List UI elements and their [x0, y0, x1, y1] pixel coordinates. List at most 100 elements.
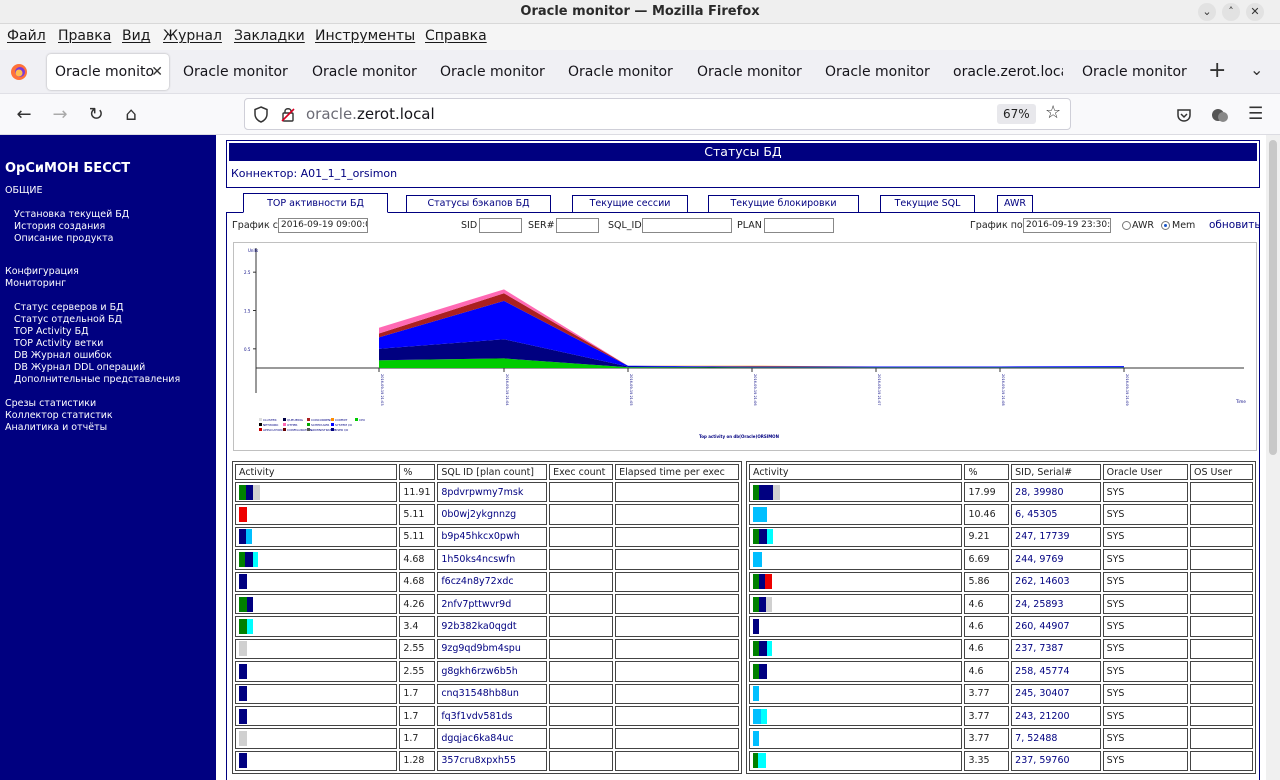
table-row[interactable]: 4.26 2nfv7pttwvr9d: [235, 593, 739, 615]
sql-id-cell[interactable]: 9zg9qd9bm4spu: [437, 638, 548, 660]
sid-serial-cell[interactable]: 24, 25893: [1011, 593, 1101, 615]
tab-awr[interactable]: AWR: [997, 195, 1033, 212]
tab-8[interactable]: oracle.zerot.loca: [953, 54, 1063, 90]
shield-icon[interactable]: [253, 106, 269, 123]
sql-id-cell[interactable]: 2nfv7pttwvr9d: [437, 593, 548, 615]
insecure-lock-icon[interactable]: [280, 106, 296, 123]
extension-icon[interactable]: [1211, 106, 1229, 124]
tab-1[interactable]: Oracle monito ✕: [47, 54, 169, 90]
sql-id-cell[interactable]: 357cru8xpxh55: [437, 750, 548, 772]
table-row[interactable]: 5.11 0b0wj2ykgnnzg: [235, 504, 739, 525]
table-row[interactable]: 3.77 243, 21200 SYS: [749, 705, 1253, 727]
sidebar-item-error-log[interactable]: DB Журнал ошибок: [14, 350, 112, 361]
refresh-link[interactable]: обновить: [1209, 219, 1261, 231]
sidebar-item-top-activity-branch[interactable]: TOP Activity ветки: [14, 338, 103, 349]
url-bar[interactable]: oracle.zerot.local 67% ☆: [244, 98, 1071, 130]
table-row[interactable]: 3.77 245, 30407 SYS: [749, 683, 1253, 704]
sid-serial-cell[interactable]: 6, 45305: [1011, 504, 1101, 525]
tab-top-activity[interactable]: TOP активности БД: [243, 193, 388, 213]
sql-id-cell[interactable]: f6cz4n8y72xdc: [437, 571, 548, 592]
table-row[interactable]: 1.7 dgqjac6ka84uc: [235, 728, 739, 749]
sql-id-cell[interactable]: b9p45hkcx0pwh: [437, 526, 548, 548]
sql-id-cell[interactable]: 8pdvrpwmy7msk: [437, 482, 548, 503]
sid-serial-cell[interactable]: 237, 7387: [1011, 638, 1101, 660]
serial-input[interactable]: [556, 218, 599, 233]
sid-serial-cell[interactable]: 7, 52488: [1011, 728, 1101, 749]
tab-current-sql[interactable]: Текущие SQL: [880, 195, 975, 212]
menu-history[interactable]: Журнал: [163, 28, 222, 44]
sql-id-cell[interactable]: 0b0wj2ykgnnzg: [437, 504, 548, 525]
table-row[interactable]: 4.6 258, 45774 SYS: [749, 661, 1253, 682]
table-row[interactable]: 1.7 fq3f1vdv581ds: [235, 705, 739, 727]
sidebar-item-analytics[interactable]: Аналитика и отчёты: [5, 422, 107, 433]
sidebar-item-monitoring[interactable]: Мониторинг: [5, 278, 66, 289]
table-row[interactable]: 3.4 92b382ka0qgdt: [235, 616, 739, 637]
sql-id-cell[interactable]: dgqjac6ka84uc: [437, 728, 548, 749]
home-icon[interactable]: ⌂: [118, 102, 144, 128]
tab-5[interactable]: Oracle monitor: [568, 54, 683, 90]
table-row[interactable]: 17.99 28, 39980 SYS: [749, 482, 1253, 503]
sidebar-item-db-status[interactable]: Статус отдельной БД: [14, 314, 122, 325]
forward-icon[interactable]: →: [47, 102, 73, 128]
table-row[interactable]: 2.55 g8gkh6rzw6b5h: [235, 661, 739, 682]
tab-6[interactable]: Oracle monitor: [697, 54, 812, 90]
list-tabs-icon[interactable]: ⌄: [1250, 60, 1263, 79]
firefox-icon[interactable]: [10, 63, 28, 81]
sidebar-item-extra-views[interactable]: Дополнительные представления: [14, 374, 180, 385]
sid-serial-cell[interactable]: 28, 39980: [1011, 482, 1101, 503]
sidebar-item-description[interactable]: Описание продукта: [14, 233, 114, 244]
tab-9[interactable]: Oracle monitor: [1082, 54, 1197, 90]
menu-help[interactable]: Справка: [425, 28, 487, 44]
reload-icon[interactable]: ↻: [83, 102, 109, 128]
sql-id-cell[interactable]: fq3f1vdv581ds: [437, 705, 548, 727]
table-row[interactable]: 4.68 1h50ks4ncswfn: [235, 549, 739, 570]
hamburger-menu-icon[interactable]: ☰: [1248, 104, 1263, 124]
menu-tools[interactable]: Инструменты: [315, 28, 415, 44]
sql-id-cell[interactable]: 92b382ka0qgdt: [437, 616, 548, 637]
tab-sessions[interactable]: Текущие сессии: [572, 195, 688, 212]
sid-serial-cell[interactable]: 260, 44907: [1011, 616, 1101, 637]
pocket-icon[interactable]: [1176, 107, 1192, 123]
sqlid-input[interactable]: [642, 218, 732, 233]
tab-3[interactable]: Oracle monitor: [312, 54, 427, 90]
sid-serial-cell[interactable]: 262, 14603: [1011, 571, 1101, 592]
table-row[interactable]: 3.77 7, 52488 SYS: [749, 728, 1253, 749]
maximize-icon[interactable]: ˄: [1222, 3, 1240, 21]
sid-serial-cell[interactable]: 237, 59760: [1011, 750, 1101, 772]
url-text[interactable]: oracle.zerot.local: [306, 105, 435, 123]
tab-locks[interactable]: Текущие блокировки: [708, 195, 859, 212]
new-tab-icon[interactable]: +: [1208, 58, 1226, 83]
table-row[interactable]: 4.68 f6cz4n8y72xdc: [235, 571, 739, 592]
table-row[interactable]: 4.6 260, 44907 SYS: [749, 616, 1253, 637]
sid-input[interactable]: [479, 218, 522, 233]
table-row[interactable]: 11.91 8pdvrpwmy7msk: [235, 482, 739, 503]
minimize-icon[interactable]: ⌄: [1198, 3, 1216, 21]
tab-2[interactable]: Oracle monitor: [183, 54, 298, 90]
sid-serial-cell[interactable]: 244, 9769: [1011, 549, 1101, 570]
menu-view[interactable]: Вид: [122, 28, 150, 44]
sid-serial-cell[interactable]: 258, 45774: [1011, 661, 1101, 682]
sid-serial-cell[interactable]: 245, 30407: [1011, 683, 1101, 704]
bookmark-star-icon[interactable]: ☆: [1045, 102, 1061, 123]
sidebar-item-config[interactable]: Конфигурация: [5, 266, 79, 277]
sidebar-item-server-status[interactable]: Статус серверов и БД: [14, 302, 124, 313]
to-date-input[interactable]: 2016-09-19 23:30:0: [1023, 218, 1111, 233]
table-row[interactable]: 6.69 244, 9769 SYS: [749, 549, 1253, 570]
menu-edit[interactable]: Правка: [58, 28, 111, 44]
sidebar-item-top-activity-db[interactable]: TOP Activity БД: [14, 326, 89, 337]
sql-id-cell[interactable]: g8gkh6rzw6b5h: [437, 661, 548, 682]
table-row[interactable]: 9.21 247, 17739 SYS: [749, 526, 1253, 548]
close-icon[interactable]: ✕: [1246, 3, 1264, 21]
sidebar-item-install-db[interactable]: Установка текущей БД: [14, 209, 129, 220]
table-row[interactable]: 1.7 cnq31548hb8un: [235, 683, 739, 704]
close-tab-icon[interactable]: ✕: [151, 54, 163, 90]
menu-file[interactable]: Файл: [7, 28, 46, 44]
zoom-level[interactable]: 67%: [997, 104, 1036, 124]
plan-input[interactable]: [764, 218, 834, 233]
back-icon[interactable]: ←: [11, 102, 37, 128]
table-row[interactable]: 5.11 b9p45hkcx0pwh: [235, 526, 739, 548]
sidebar-item-stat-slices[interactable]: Срезы статистики: [5, 398, 96, 409]
menu-bookmarks[interactable]: Закладки: [234, 28, 305, 44]
table-row[interactable]: 4.6 24, 25893 SYS: [749, 593, 1253, 615]
from-date-input[interactable]: 2016-09-19 09:00:0: [278, 218, 368, 233]
